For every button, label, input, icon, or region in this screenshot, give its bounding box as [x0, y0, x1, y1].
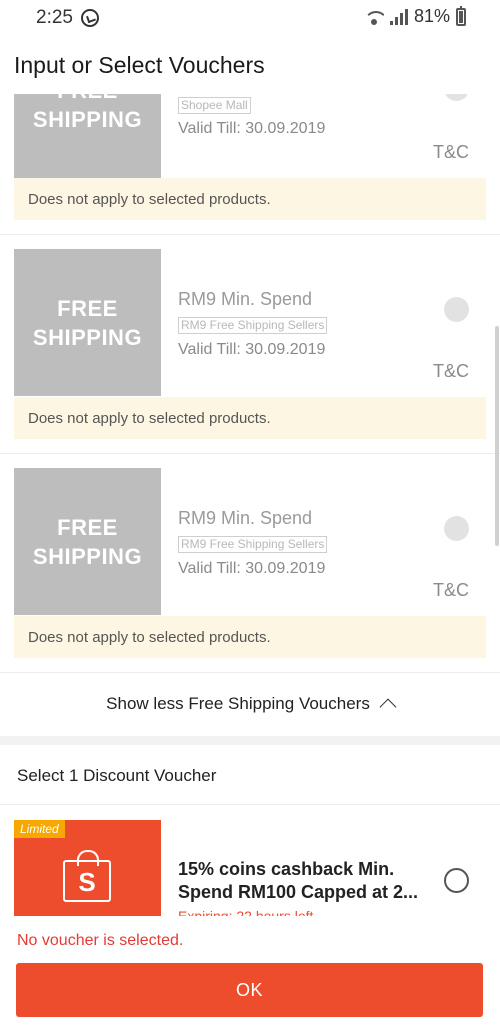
voucher-title: RM9 Min. Spend	[178, 508, 313, 528]
voucher-radio[interactable]	[444, 516, 469, 541]
voucher-tag: Shopee Mall	[178, 97, 251, 114]
voucher-item[interactable]: FREE SHIPPING Shopee Mall Valid Till: 30…	[0, 94, 500, 234]
free-shipping-card: FREE SHIPPING	[14, 94, 161, 178]
card-line2: SHIPPING	[32, 324, 143, 350]
signal-icon	[389, 8, 408, 25]
voucher-valid-date: Valid Till: 30.09.2019	[178, 341, 326, 358]
voucher-tag: RM9 Free Shipping Sellers	[178, 317, 328, 334]
discount-voucher-radio[interactable]	[444, 868, 469, 893]
card-line2: SHIPPING	[32, 106, 143, 132]
voucher-note: Does not apply to selected products.	[14, 616, 486, 658]
status-bar: 2:25 81%	[0, 0, 500, 36]
chevron-up-icon	[379, 698, 397, 716]
card-line1: FREE	[57, 94, 118, 105]
divider	[0, 234, 500, 235]
page-title: Input or Select Vouchers	[14, 52, 265, 78]
status-indicators: 81%	[363, 5, 466, 27]
status-time: 2:25	[36, 7, 73, 28]
tc-link[interactable]: T&C	[433, 361, 469, 382]
voucher-note: Does not apply to selected products.	[14, 178, 486, 220]
voucher-valid-date: Valid Till: 30.09.2019	[178, 560, 326, 577]
tc-link[interactable]: T&C	[433, 142, 469, 163]
card-line2: SHIPPING	[32, 543, 143, 569]
error-message: No voucher is selected.	[17, 932, 184, 949]
scrollbar[interactable]	[495, 326, 499, 546]
logo-letter: S	[78, 867, 96, 897]
whatsapp-icon	[80, 9, 99, 27]
card-line1: FREE	[57, 295, 118, 321]
voucher-note: Does not apply to selected products.	[14, 397, 486, 439]
discount-voucher-title: 15% coins cashback Min. Spend RM100 Capp…	[178, 859, 419, 902]
shopee-bag-icon: S	[63, 850, 111, 902]
tc-link[interactable]: T&C	[433, 580, 469, 601]
show-less-button[interactable]: Show less Free Shipping Vouchers	[0, 672, 500, 736]
discount-voucher-card: Limited S	[14, 820, 161, 916]
show-less-label: Show less Free Shipping Vouchers	[106, 694, 370, 713]
section-separator	[0, 736, 500, 745]
voucher-radio[interactable]	[444, 297, 469, 322]
voucher-radio[interactable]	[444, 94, 469, 101]
discount-section-title: Select 1 Discount Voucher	[17, 766, 217, 785]
voucher-tag: RM9 Free Shipping Sellers	[178, 536, 328, 553]
ok-button[interactable]: OK	[16, 963, 483, 1017]
wifi-icon	[363, 9, 384, 25]
footer: No voucher is selected. OK	[0, 916, 500, 1028]
card-line1: FREE	[57, 514, 118, 540]
discount-voucher-expiry: Expiring: 22 hours left	[178, 908, 314, 916]
voucher-list[interactable]: FREE SHIPPING Shopee Mall Valid Till: 30…	[0, 94, 500, 916]
free-shipping-card: FREE SHIPPING	[14, 468, 161, 615]
voucher-item[interactable]: FREE SHIPPING RM9 Min. Spend RM9 Free Sh…	[0, 249, 500, 459]
divider	[0, 804, 500, 805]
voucher-title: RM9 Min. Spend	[178, 289, 313, 309]
battery-icon	[456, 5, 466, 26]
voucher-valid-date: Valid Till: 30.09.2019	[178, 120, 326, 137]
voucher-item[interactable]: FREE SHIPPING RM9 Min. Spend RM9 Free Sh…	[0, 468, 500, 678]
free-shipping-card: FREE SHIPPING	[14, 249, 161, 396]
limited-badge: Limited	[14, 820, 65, 838]
battery-percent: 81%	[413, 6, 450, 26]
divider	[0, 453, 500, 454]
